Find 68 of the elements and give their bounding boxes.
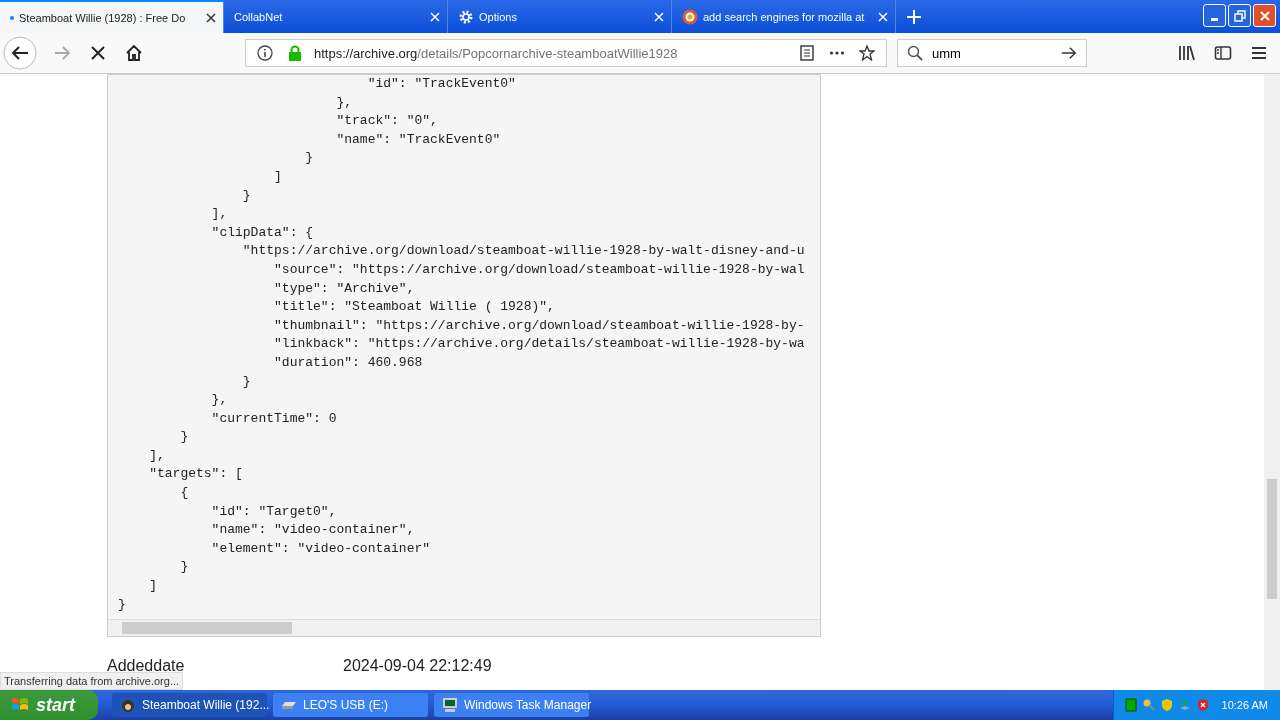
code-line: "targets": [: [148, 465, 244, 484]
close-button[interactable]: [1253, 4, 1276, 27]
code-line: "duration": 460.968: [273, 353, 424, 372]
address-bar[interactable]: https://archive.org/details/Popcornarchive-steamboatWillie1928: [245, 39, 887, 67]
stop-icon[interactable]: [89, 44, 107, 62]
code-line: }: [179, 428, 190, 447]
monitor-icon: [442, 697, 458, 713]
duck-icon: [682, 8, 698, 25]
code-line: "element": "video-container": [210, 539, 432, 558]
gear-icon: [458, 8, 474, 25]
code-line: ]: [148, 577, 158, 596]
browser-tab[interactable]: Steamboat Willie (1928) : Free Do: [0, 0, 224, 33]
horizontal-scrollbar[interactable]: [108, 619, 820, 636]
restore-icon: [1233, 9, 1246, 22]
taskbar-button[interactable]: LEO'S USB (E:): [273, 693, 428, 717]
code-line: "linkback": "https://archive.org/details/steamboat-willie-1928-by-wa: [273, 335, 806, 354]
code-line: "name": "video-container",: [210, 521, 416, 540]
info-icon: [257, 45, 273, 61]
sidebar-icon[interactable]: [1214, 44, 1232, 62]
status-text: Transferring data from archive.org...: [0, 672, 184, 690]
close-icon: [1258, 9, 1271, 22]
app-icon: [120, 697, 136, 713]
restore-button[interactable]: [1228, 4, 1251, 27]
code-line: ],: [148, 446, 166, 465]
lock-icon: [287, 45, 303, 61]
code-line: "track": "0",: [335, 112, 439, 131]
new-tab-icon[interactable]: [906, 8, 922, 25]
taskbar-button[interactable]: Steamboat Willie (192...: [112, 693, 267, 717]
reader-view-icon[interactable]: [799, 45, 815, 61]
home-icon[interactable]: [125, 44, 143, 62]
url-text: https://archive.org/details/Popcornarchive-steamboatWillie1928: [314, 45, 679, 61]
shield-icon[interactable]: [1195, 698, 1210, 712]
taskbar-button[interactable]: Windows Task Manager: [434, 693, 589, 717]
code-line: },: [335, 93, 354, 112]
start-button[interactable]: start: [0, 690, 98, 720]
code-line: }: [241, 372, 252, 391]
code-line: ],: [210, 205, 229, 224]
code-line: "id": "Target0",: [210, 502, 338, 521]
library-icon[interactable]: [1178, 44, 1196, 62]
search-icon: [907, 45, 923, 61]
code-line: "type": "Archive",: [273, 279, 416, 298]
clock: 10:26 AM: [1221, 699, 1268, 711]
code-line: {: [179, 484, 190, 503]
menu-icon[interactable]: [1250, 44, 1268, 62]
code-line: "name": "TrackEvent0": [335, 130, 502, 149]
metadata-label: Addeddate: [107, 657, 186, 675]
code-line: }: [241, 186, 252, 205]
code-line: "https://archive.org/download/steamboat-willie-1928-by-walt-disney-and-u: [241, 242, 806, 261]
metadata-value: 2024-09-04 22:12:49: [343, 657, 492, 675]
code-line: "currentTime": 0: [210, 409, 338, 428]
code-line: "thumbnail": "https://archive.org/download/steamboat-willie-1928-by-: [273, 316, 806, 335]
code-line: "title": "Steamboat Willie ( 1928)",: [273, 298, 556, 317]
code-line: "source": "https://archive.org/download/steamboat-willie-1928-by-wal: [273, 260, 806, 279]
close-icon[interactable]: [205, 11, 217, 24]
go-arrow-icon[interactable]: [1061, 45, 1077, 61]
star-icon[interactable]: [859, 45, 875, 61]
code-line: ]: [273, 167, 283, 186]
back-icon[interactable]: [3, 36, 37, 70]
vertical-scrollbar[interactable]: [1264, 74, 1280, 690]
minimize-button[interactable]: [1203, 4, 1226, 27]
code-line: }: [179, 558, 190, 577]
code-line: "clipData": {: [210, 223, 315, 242]
code-line: "id": "TrackEvent0": [366, 75, 517, 93]
loading-dot-icon: [10, 15, 14, 20]
code-line: }: [117, 595, 127, 614]
code-line: },: [210, 391, 229, 410]
search-field[interactable]: umm: [897, 39, 1087, 67]
code-line: }: [304, 149, 315, 168]
